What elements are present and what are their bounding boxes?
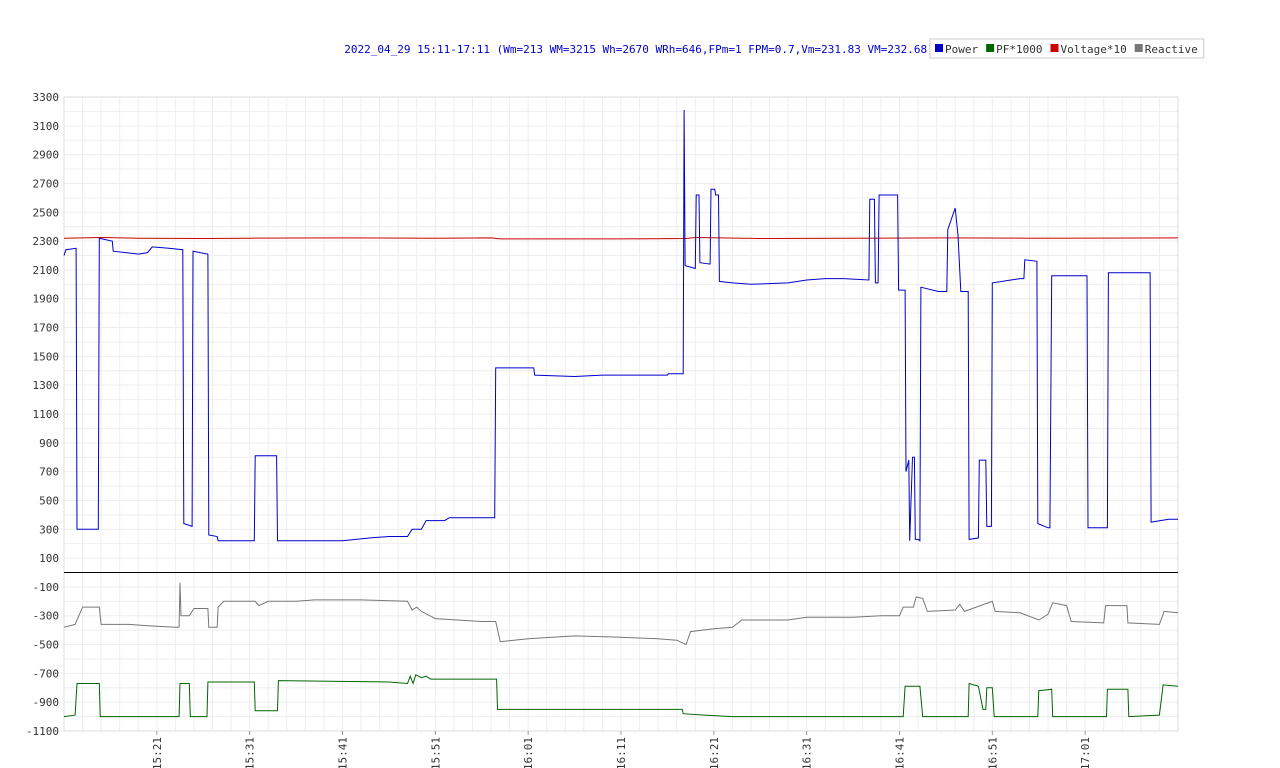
x-tick-label: 15:21 xyxy=(151,737,164,768)
y-tick-label: -1100 xyxy=(26,725,59,738)
y-tick-label: 2100 xyxy=(33,264,60,277)
y-tick-label: 3100 xyxy=(33,120,60,133)
y-tick-label: 1100 xyxy=(33,408,60,421)
y-tick-label: 500 xyxy=(39,494,59,507)
y-tick-label: 900 xyxy=(39,437,59,450)
x-tick-label: 15:41 xyxy=(337,737,350,768)
y-tick-label: -100 xyxy=(33,581,60,594)
legend: Power PF*1000 Voltage*10 Reactive xyxy=(929,38,1205,59)
legend-swatch xyxy=(986,44,995,52)
y-tick-label: -300 xyxy=(33,610,60,623)
grid xyxy=(63,96,1179,732)
chart-title: 2022_04_29 15:11-17:11 (Wm=213 WM=3215 W… xyxy=(344,43,933,56)
y-tick-label: 3300 xyxy=(33,91,60,104)
x-tick-label: 15:51 xyxy=(429,737,442,768)
x-axis: 15:21 15:31 15:41 15:51 16:01 16:11 16:21 16:31… xyxy=(151,731,1092,768)
legend-swatch xyxy=(1134,44,1143,52)
y-tick-label: -500 xyxy=(33,639,60,652)
x-tick-label: 17:01 xyxy=(1079,737,1092,768)
y-tick-label: 2900 xyxy=(33,149,60,162)
y-tick-label: 300 xyxy=(39,523,59,536)
x-tick-label: 15:31 xyxy=(244,737,257,768)
x-tick-label: 16:51 xyxy=(986,737,999,768)
x-tick-label: 16:21 xyxy=(708,737,721,768)
y-tick-label: 2500 xyxy=(33,206,60,219)
x-tick-label: 16:31 xyxy=(801,737,814,768)
legend-label: Reactive xyxy=(1145,43,1198,56)
y-tick-label: 1300 xyxy=(33,379,60,392)
y-tick-label: 1700 xyxy=(33,322,60,335)
y-tick-label: 100 xyxy=(39,552,59,565)
legend-label: Voltage*10 xyxy=(1060,43,1126,56)
y-tick-label: 1900 xyxy=(33,293,60,306)
y-tick-label: 2300 xyxy=(33,235,60,248)
legend-swatch xyxy=(1050,44,1059,52)
y-tick-label: 700 xyxy=(39,466,59,479)
x-tick-label: 16:41 xyxy=(894,737,907,768)
chart-canvas: 2022_04_29 15:11-17:11 (Wm=213 WM=3215 W… xyxy=(26,38,1205,768)
x-tick-label: 16:11 xyxy=(615,737,628,768)
legend-label: PF*1000 xyxy=(996,43,1042,56)
y-tick-label: -700 xyxy=(33,667,60,680)
y-axis: 3300 3100 2900 2700 2500 2300 2100 1900 1700 1500… xyxy=(26,91,59,738)
legend-swatch xyxy=(935,44,943,52)
y-tick-label: 1500 xyxy=(33,350,60,363)
legend-label: Power xyxy=(945,43,978,56)
y-tick-label: -900 xyxy=(33,696,60,709)
y-tick-label: 2700 xyxy=(33,177,60,190)
x-tick-label: 16:01 xyxy=(522,737,535,768)
